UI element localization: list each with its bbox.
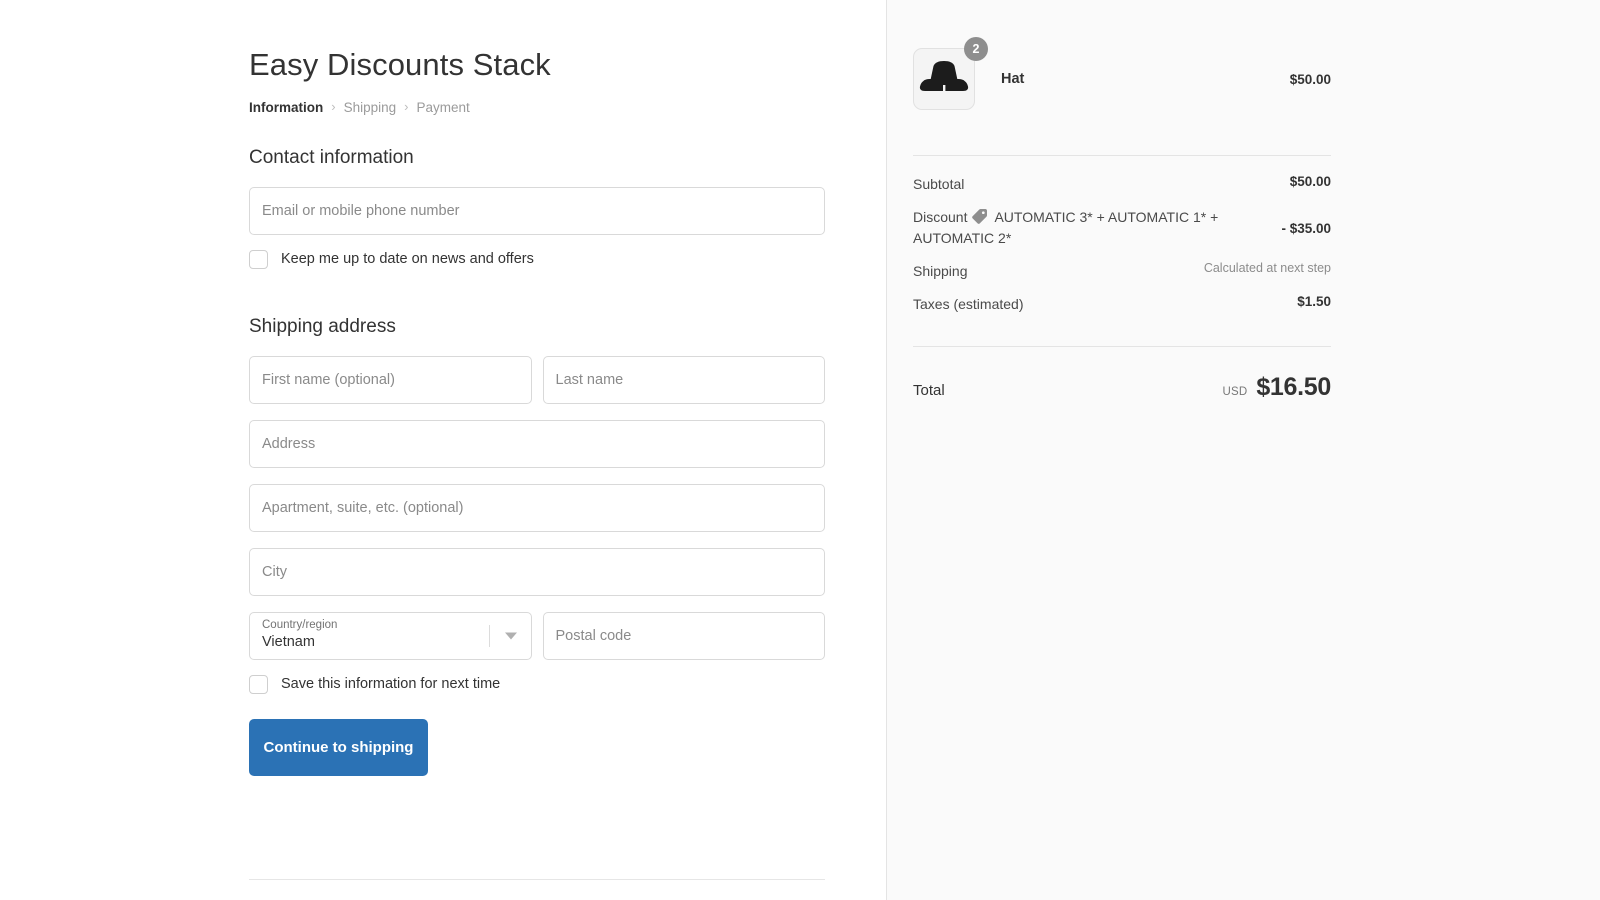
email-field[interactable]: Email or mobile phone number	[249, 187, 825, 235]
product-price: $50.00	[1290, 72, 1331, 87]
city-field[interactable]: City	[249, 548, 825, 596]
footer-divider	[249, 879, 825, 880]
first-name-placeholder: First name (optional)	[262, 372, 395, 388]
order-line-item: 2 Hat $50.00	[913, 48, 1331, 110]
last-name-field[interactable]: Last name	[543, 356, 826, 404]
page-title: Easy Discounts Stack	[249, 46, 825, 83]
subtotal-value: $50.00	[1290, 174, 1331, 189]
address-field[interactable]: Address	[249, 420, 825, 468]
email-field-placeholder: Email or mobile phone number	[262, 203, 459, 219]
apartment-placeholder: Apartment, suite, etc. (optional)	[262, 500, 464, 516]
country-postal-row: Country/region Vietnam Postal code	[249, 596, 825, 660]
discount-value: - $35.00	[1281, 221, 1331, 236]
shipping-address-heading: Shipping address	[249, 315, 825, 340]
first-name-field[interactable]: First name (optional)	[249, 356, 532, 404]
breadcrumb-separator-icon: ›	[331, 100, 335, 113]
postal-code-placeholder: Postal code	[556, 628, 632, 644]
checkout-form: Easy Discounts Stack Information › Shipp…	[249, 0, 825, 776]
checkout-page: Easy Discounts Stack Information › Shipp…	[0, 0, 1600, 900]
city-placeholder: City	[262, 564, 287, 580]
order-summary: 2 Hat $50.00 Subtotal $50.00 DiscountAUT…	[913, 0, 1331, 402]
checkout-form-pane: Easy Discounts Stack Information › Shipp…	[0, 0, 886, 900]
name-row: First name (optional) Last name	[249, 340, 825, 404]
product-thumbnail	[913, 48, 975, 110]
breadcrumb-separator-icon: ›	[404, 100, 408, 113]
breadcrumb: Information › Shipping › Payment	[249, 100, 825, 115]
continue-to-shipping-button[interactable]: Continue to shipping	[249, 719, 428, 776]
total-amount-wrap: USD $16.50	[1222, 373, 1331, 402]
select-divider	[489, 625, 490, 647]
shipping-label: Shipping	[913, 261, 1204, 282]
summary-totals: Subtotal $50.00 DiscountAUTOMATIC 3* + A…	[913, 168, 1331, 321]
breadcrumb-item-payment[interactable]: Payment	[416, 100, 469, 115]
summary-row-shipping: Shipping Calculated at next step	[913, 255, 1331, 288]
newsletter-checkbox-label: Keep me up to date on news and offers	[281, 251, 534, 267]
discount-label-wrap: DiscountAUTOMATIC 3* + AUTOMATIC 1* + AU…	[913, 207, 1281, 249]
breadcrumb-item-shipping[interactable]: Shipping	[344, 100, 397, 115]
save-info-checkbox[interactable]	[249, 675, 268, 694]
summary-row-subtotal: Subtotal $50.00	[913, 168, 1331, 201]
discount-label: Discount	[913, 209, 967, 225]
breadcrumb-item-information[interactable]: Information	[249, 100, 323, 115]
country-region-label: Country/region	[262, 618, 337, 632]
chevron-down-icon[interactable]	[505, 632, 517, 639]
newsletter-checkbox[interactable]	[249, 250, 268, 269]
address-placeholder: Address	[262, 436, 315, 452]
postal-code-field[interactable]: Postal code	[543, 612, 826, 660]
summary-row-discount: DiscountAUTOMATIC 3* + AUTOMATIC 1* + AU…	[913, 201, 1331, 255]
newsletter-checkbox-row[interactable]: Keep me up to date on news and offers	[249, 250, 825, 269]
summary-row-total: Total USD $16.50	[913, 373, 1331, 402]
save-info-checkbox-label: Save this information for next time	[281, 676, 500, 692]
summary-row-taxes: Taxes (estimated) $1.50	[913, 288, 1331, 321]
contact-information-heading: Contact information	[249, 146, 825, 171]
total-currency: USD	[1222, 386, 1247, 398]
black-bucket-hat-icon	[918, 58, 970, 100]
summary-divider-bottom	[913, 346, 1331, 347]
taxes-value: $1.50	[1297, 294, 1331, 309]
country-region-select[interactable]: Country/region Vietnam	[249, 612, 532, 660]
discount-tag-icon	[971, 208, 988, 225]
product-thumbnail-wrap: 2	[913, 48, 975, 110]
summary-divider-top	[913, 155, 1331, 156]
total-label: Total	[913, 382, 945, 399]
last-name-placeholder: Last name	[556, 372, 624, 388]
quantity-badge: 2	[964, 37, 988, 61]
shipping-value: Calculated at next step	[1204, 261, 1331, 275]
total-amount: $16.50	[1256, 373, 1331, 402]
product-name: Hat	[1001, 71, 1024, 87]
apartment-field[interactable]: Apartment, suite, etc. (optional)	[249, 484, 825, 532]
order-summary-pane: 2 Hat $50.00 Subtotal $50.00 DiscountAUT…	[886, 0, 1600, 900]
country-region-value: Vietnam	[262, 633, 337, 653]
save-info-checkbox-row[interactable]: Save this information for next time	[249, 675, 825, 694]
subtotal-label: Subtotal	[913, 174, 1290, 195]
taxes-label: Taxes (estimated)	[913, 294, 1297, 315]
